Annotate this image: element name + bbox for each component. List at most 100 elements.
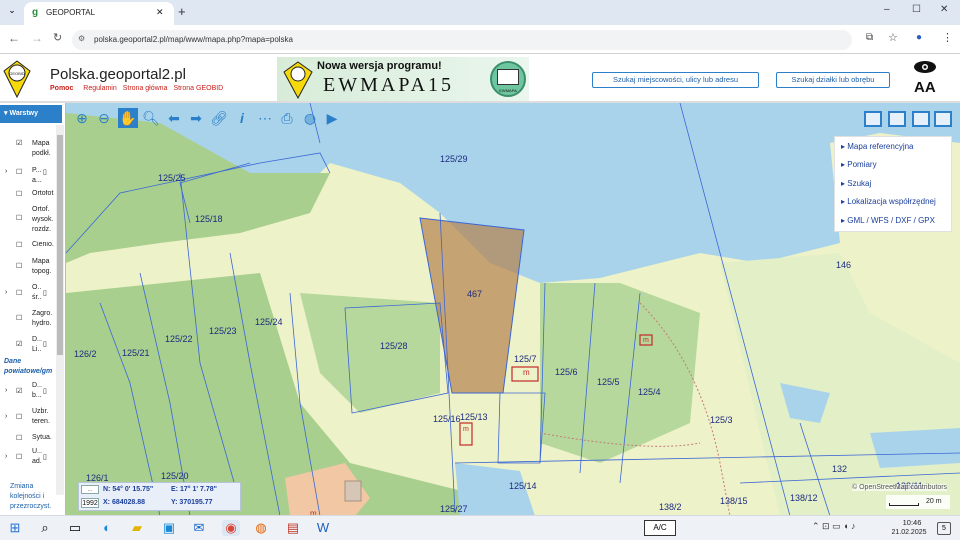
search-address-button[interactable]: Szukaj miejscowości, ulicy lub adresu [592, 72, 759, 88]
outlook-icon[interactable]: ✉ [190, 520, 208, 536]
panel-item-label: Mapa referencyjna [847, 142, 914, 151]
windows-start-icon[interactable]: ⊞ [6, 520, 24, 536]
layer-label: Cienio. [32, 241, 54, 248]
file-explorer-icon[interactable]: ▰ [128, 520, 146, 536]
pdf-icon[interactable]: ▤ [284, 520, 302, 536]
layer-checkbox[interactable]: ☐ [16, 241, 22, 249]
layers-tab[interactable]: ▾ Warstwy [0, 105, 62, 123]
system-tray-icons[interactable]: ⌃ ⊡ ▭ ◖ ♪ [812, 521, 856, 532]
ime-indicator[interactable]: A/C [644, 520, 676, 536]
eye-icon[interactable] [912, 60, 938, 74]
document-icon[interactable]: ▯ [43, 340, 47, 348]
layout-top-icon[interactable] [864, 111, 882, 127]
edge-icon[interactable]: ◐ [98, 520, 116, 536]
document-icon[interactable]: ▯ [43, 453, 47, 461]
pan-hand-icon[interactable]: ✋ [118, 108, 138, 128]
notification-icon[interactable]: 5 [937, 522, 951, 535]
expand-icon[interactable]: › [5, 168, 7, 175]
profile-icon[interactable]: ● [916, 32, 922, 43]
reload-icon[interactable]: ↻ [53, 31, 62, 44]
map-layer[interactable]: m m m m [0, 103, 960, 516]
firefox-icon[interactable]: ◍ [252, 520, 270, 536]
panel-item-search[interactable]: ▸ Szukaj [841, 175, 871, 193]
crs-1992-badge[interactable]: 1992 [81, 498, 99, 508]
next-view-icon[interactable]: ➡ [186, 108, 206, 128]
layer-checkbox[interactable]: ☐ [16, 453, 22, 461]
maximize-button[interactable]: ☐ [912, 4, 921, 15]
word-icon[interactable]: W [314, 520, 332, 536]
expand-icon[interactable]: › [5, 289, 7, 296]
previous-view-icon[interactable]: ⬅ [164, 108, 184, 128]
panel-item-export[interactable]: ▸ GML / WFS / DXF / GPX [841, 212, 935, 230]
video-icon[interactable]: ▶ [322, 108, 342, 128]
close-window-button[interactable]: ✕ [940, 4, 948, 15]
layout-switcher [864, 111, 952, 129]
layer-checkbox[interactable]: ☑ [16, 387, 22, 395]
menu-kebab-icon[interactable]: ⋮ [942, 31, 953, 44]
info-icon[interactable]: i [232, 108, 252, 128]
globe-icon[interactable]: ◍ [300, 108, 320, 128]
text-size-button[interactable]: AA [914, 79, 936, 96]
tab-list-icon[interactable]: ⌄ [5, 5, 19, 19]
back-icon[interactable]: ← [8, 31, 20, 45]
layout-right-icon[interactable] [934, 111, 952, 127]
site-info-icon[interactable]: ⚙ [78, 34, 85, 43]
parcel-label: 125/6 [555, 367, 578, 377]
layer-order-link[interactable]: Zmiana kolejności i przezroczyst. [4, 482, 64, 514]
layer-checkbox[interactable]: ☐ [16, 289, 22, 297]
close-tab-icon[interactable]: ✕ [156, 7, 164, 18]
nav-home-link[interactable]: Strona główna [123, 85, 168, 92]
panel-item-reference-map[interactable]: ▸ Mapa referencyjna [841, 138, 914, 156]
layer-checkbox[interactable]: ☐ [16, 314, 22, 322]
search-icon[interactable]: ⌕ [36, 520, 54, 536]
forward-icon[interactable]: → [31, 31, 43, 45]
expand-icon[interactable]: › [5, 387, 7, 394]
url-field[interactable]: ⚙ polska.geoportal2.pl/map/www/mapa.php?… [72, 30, 852, 50]
install-app-icon[interactable]: ⧉ [866, 32, 873, 43]
clock-time[interactable]: 10:46 [896, 518, 928, 527]
layout-left-icon[interactable] [888, 111, 906, 127]
header-nav: Pomoc Regulamin Strona główna Strona GEO… [50, 85, 223, 92]
layer-checkbox[interactable]: ☑ [16, 340, 22, 348]
document-icon[interactable]: ▯ [43, 168, 47, 176]
panel-item-measure[interactable]: ▸ Pomiary [841, 156, 877, 174]
map-attribution[interactable]: © OpenStreetMap contributors [852, 484, 948, 491]
nav-terms-link[interactable]: Regulamin [83, 85, 116, 92]
layer-checkbox[interactable]: ☑ [16, 139, 22, 147]
browser-tab[interactable]: g GEOPORTAL ✕ [24, 2, 174, 25]
link-icon[interactable]: 🔗︎ [209, 108, 229, 128]
layout-center-icon[interactable] [912, 111, 930, 127]
search-parcel-button[interactable]: Szukaj działki lub obrębu [776, 72, 890, 88]
new-tab-button[interactable]: + [178, 4, 186, 19]
panel-item-coordinate[interactable]: ▸ Lokalizacja współrzędnej [841, 193, 936, 211]
layer-checkbox[interactable]: ☐ [16, 168, 22, 176]
zoom-in-icon[interactable]: ⊕ [72, 108, 92, 128]
document-icon[interactable]: ▯ [43, 387, 47, 395]
bookmark-star-icon[interactable]: ☆ [888, 31, 898, 44]
nav-geobid-link[interactable]: Strona GEOBID [173, 85, 223, 92]
chrome-icon[interactable]: ◉ [222, 520, 240, 536]
task-view-icon[interactable]: ▭ [66, 520, 84, 536]
measure-icon[interactable]: ⋯ [255, 108, 275, 128]
zoom-box-icon[interactable]: 🔍︎ [141, 108, 161, 128]
print-icon[interactable]: ⎙ [277, 108, 297, 128]
layer-label: Ortofot. [32, 190, 54, 197]
layer-checkbox[interactable]: ☐ [16, 413, 22, 421]
ewmapa-banner[interactable]: Nowa wersja programu! EWMAPA15 EWMAPA [277, 57, 529, 101]
document-icon[interactable]: ▯ [43, 289, 47, 297]
minimize-button[interactable]: – [884, 4, 890, 15]
crs-wgs-badge[interactable]: ... [81, 485, 99, 494]
nav-help-link[interactable]: Pomoc [50, 85, 73, 92]
clock-date[interactable]: 21.02.2025 [888, 529, 930, 536]
scale-bar: 20 m [886, 495, 950, 509]
layer-checkbox[interactable]: ☐ [16, 214, 22, 222]
sidebar-scrollbar[interactable] [56, 125, 64, 495]
expand-icon[interactable]: › [5, 453, 7, 460]
expand-icon[interactable]: › [5, 413, 7, 420]
store-icon[interactable]: ▣ [160, 520, 178, 536]
layer-checkbox[interactable]: ☐ [16, 190, 22, 198]
zoom-out-icon[interactable]: ⊖ [94, 108, 114, 128]
layer-checkbox[interactable]: ☐ [16, 262, 22, 270]
map-canvas[interactable]: m m m m 125/29 125/25 125/18 467 146 125… [0, 103, 960, 516]
layer-checkbox[interactable]: ☐ [16, 434, 22, 442]
